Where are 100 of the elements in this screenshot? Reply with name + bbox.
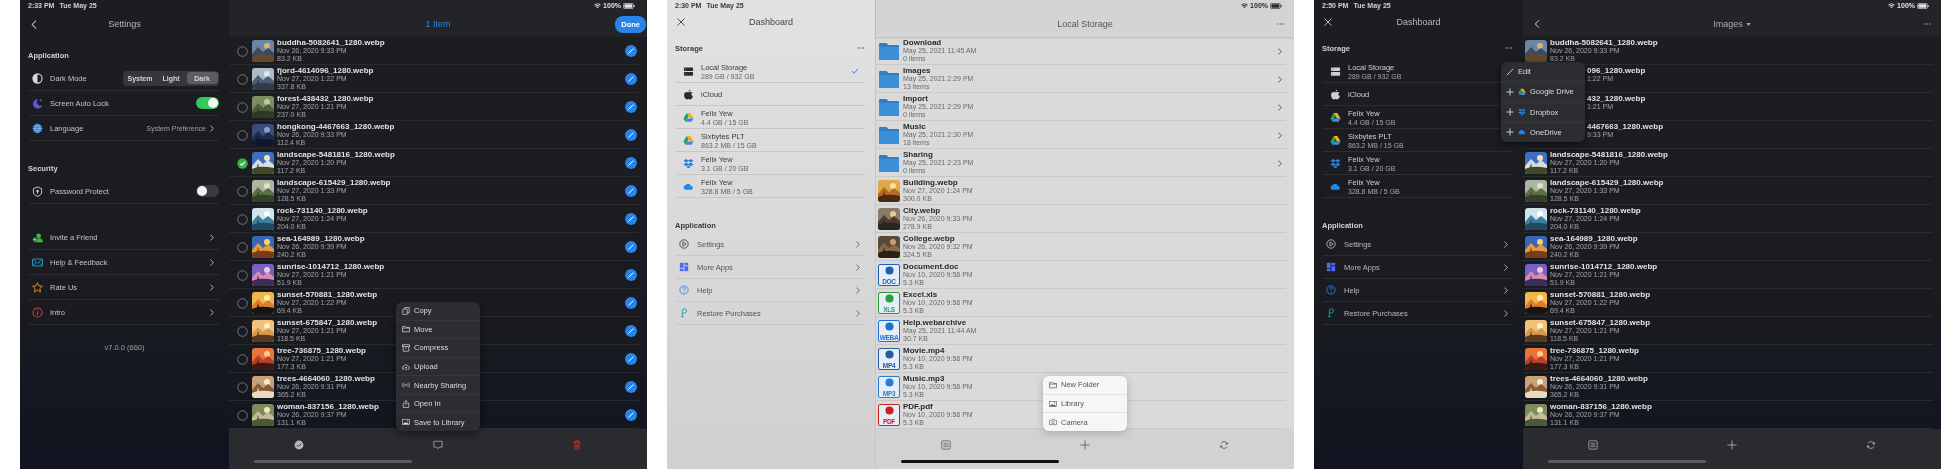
file-name[interactable]: trees-4664060_1280.webp [277, 374, 375, 383]
file-name[interactable]: sunrise-1014712_1280.webp [277, 262, 385, 271]
triangle-icon [1330, 111, 1341, 123]
chevron-icon [856, 240, 860, 248]
file-name[interactable]: woman-837156_1280.webp [1550, 402, 1652, 411]
file-name[interactable]: landscape-5481816_1280.webp [277, 150, 395, 159]
radio-circle[interactable] [237, 325, 248, 337]
file-name[interactable]: Movie.mp4 [903, 346, 973, 355]
radio-circle[interactable] [237, 353, 248, 365]
radio-circle[interactable] [237, 129, 248, 141]
refresh-icon[interactable] [1866, 439, 1877, 450]
file-name[interactable]: Music [903, 122, 974, 131]
file-name[interactable]: sea-164989_1280.webp [1550, 234, 1638, 243]
file-name[interactable]: Download [903, 38, 977, 47]
caret-icon[interactable] [1745, 22, 1751, 26]
chevron-icon [1504, 309, 1508, 317]
apple-icon [683, 88, 694, 100]
edit-button[interactable] [625, 185, 637, 197]
radio-circle[interactable] [237, 241, 248, 253]
back-icon[interactable] [1533, 20, 1541, 28]
list-icon[interactable] [1587, 439, 1598, 450]
file-name[interactable]: buddha-5082641_1280.webp [277, 38, 385, 47]
edit-button[interactable] [625, 325, 637, 337]
file-name[interactable]: City.webp [903, 206, 973, 215]
file-name[interactable]: sunrise-1014712_1280.webp [1550, 262, 1658, 271]
file-name[interactable]: Excel.xls [903, 290, 973, 299]
boxes-icon [1518, 108, 1526, 117]
chevron-icon [1278, 76, 1282, 83]
edit-button[interactable] [625, 241, 637, 253]
edit-button[interactable] [625, 381, 637, 393]
file-name[interactable]: sunset-570881_1280.webp [277, 290, 378, 299]
boxes-icon [683, 157, 694, 169]
message-icon[interactable] [433, 439, 443, 450]
file-name[interactable]: rock-731140_1280.webp [277, 206, 368, 215]
radio-circle[interactable] [237, 101, 248, 113]
image-icon [402, 418, 410, 427]
radio-circle[interactable] [237, 185, 248, 197]
file-name[interactable]: forest-438432_1280.webp [277, 94, 374, 103]
edit-button[interactable] [625, 129, 637, 141]
plus-icon[interactable] [1727, 439, 1737, 450]
radio-circle[interactable] [237, 381, 248, 393]
file-name[interactable]: Sharing [903, 150, 974, 159]
file-name[interactable]: tree-736875_1280.webp [277, 346, 366, 355]
radio-circle[interactable] [237, 45, 248, 57]
edit-button[interactable] [625, 45, 637, 57]
file-name[interactable]: Help.webarchive [903, 318, 977, 327]
file-name[interactable]: landscape-615429_1280.webp [277, 178, 391, 187]
grid-icon [1326, 262, 1336, 272]
file-name[interactable]: Music.mp3 [903, 374, 973, 383]
toggle-switch[interactable] [196, 185, 219, 197]
edit-button[interactable] [625, 353, 637, 365]
file-name[interactable]: 096_1280.webp [1587, 66, 1646, 75]
file-name[interactable]: hongkong-4467663_1280.webp [277, 122, 395, 131]
file-name[interactable]: 432_1280.webp [1587, 94, 1646, 103]
apple-icon [1330, 88, 1341, 100]
toggle-switch[interactable] [196, 97, 219, 109]
file-name[interactable]: woman-837156_1280.webp [277, 402, 379, 411]
file-name[interactable]: Images [903, 66, 974, 75]
file-name[interactable]: Import [903, 94, 974, 103]
back-icon[interactable] [31, 19, 37, 29]
file-name[interactable]: College.webp [903, 234, 973, 243]
refresh-icon[interactable] [1219, 439, 1230, 450]
radio-circle[interactable] [237, 409, 248, 421]
radio-circle[interactable] [237, 297, 248, 309]
sidebar-title: Dashboard [1395, 17, 1442, 27]
file-name[interactable]: sunset-675847_1280.webp [277, 318, 378, 327]
edit-button[interactable] [625, 269, 637, 281]
file-name[interactable]: landscape-615429_1280.webp [1550, 178, 1664, 187]
radio-circle[interactable] [237, 73, 248, 85]
edit-button[interactable] [625, 409, 637, 421]
file-name[interactable]: trees-4664060_1280.webp [1550, 374, 1648, 383]
file-name[interactable]: fjord-4614096_1280.webp [277, 66, 374, 75]
file-name[interactable]: rock-731140_1280.webp [1550, 206, 1641, 215]
edit-button[interactable] [625, 101, 637, 113]
chevron-icon [1278, 48, 1282, 55]
edit-button[interactable] [625, 297, 637, 309]
file-name[interactable]: Building.webp [903, 178, 973, 187]
file-name[interactable]: 4467663_1280.webp [1587, 122, 1664, 131]
file-name[interactable]: Document.doc [903, 262, 973, 271]
check-circle-icon[interactable] [293, 439, 304, 450]
edit-button[interactable] [625, 157, 637, 169]
radio-circle[interactable] [237, 157, 248, 169]
file-name[interactable]: sunset-570881_1280.webp [1550, 290, 1651, 299]
edit-button[interactable] [625, 73, 637, 85]
radio-circle[interactable] [237, 213, 248, 225]
triangle-icon [683, 134, 694, 146]
file-name[interactable]: sunset-675847_1280.webp [1550, 318, 1651, 327]
edit-button[interactable] [625, 213, 637, 225]
screen-title: Local Storage [1057, 19, 1113, 29]
close-icon[interactable] [677, 18, 685, 26]
battery-icon [1917, 2, 1929, 9]
file-name[interactable]: buddha-5082641_1280.webp [1550, 38, 1658, 47]
file-name[interactable]: landscape-5481816_1280.webp [1550, 150, 1668, 159]
plus-icon[interactable] [1080, 439, 1090, 450]
folder-title[interactable]: Images [1713, 19, 1743, 29]
file-name[interactable]: tree-736875_1280.webp [1550, 346, 1639, 355]
hook-icon [679, 308, 689, 318]
radio-circle[interactable] [237, 269, 248, 281]
file-name[interactable]: PDF.pdf [903, 402, 973, 411]
file-name[interactable]: sea-164989_1280.webp [277, 234, 365, 243]
